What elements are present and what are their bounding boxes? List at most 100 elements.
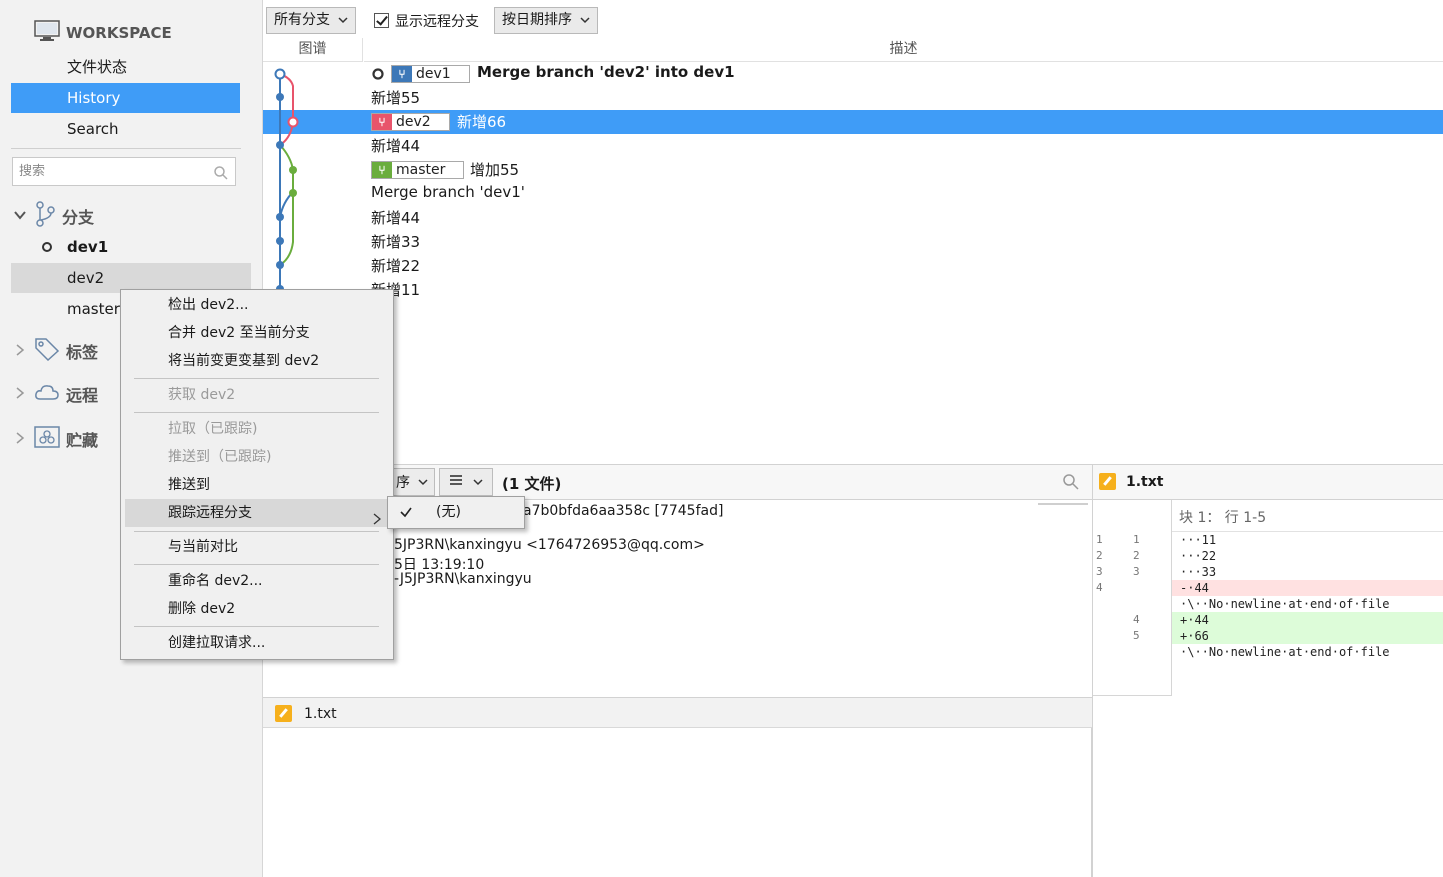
stashes-section-header[interactable]: 贮藏 <box>14 426 98 452</box>
chevron-down-icon <box>338 8 348 33</box>
menu-separator <box>134 531 379 532</box>
menu-item-rename[interactable]: 重命名 dev2... <box>125 567 389 595</box>
new-line-number: 2 <box>1133 549 1140 562</box>
diff-line-added: +·44 <box>1172 612 1443 628</box>
menu-item-merge[interactable]: 合并 dev2 至当前分支 <box>125 319 389 347</box>
branch-filter-dropdown[interactable]: 所有分支 <box>266 7 356 34</box>
tag-label: dev1 <box>416 66 451 82</box>
commit-author: 5JP3RN\kanxingyu <1764726953@qq.com> <box>394 537 705 553</box>
menu-item-checkout[interactable]: 检出 dev2... <box>125 291 389 319</box>
modified-file-icon <box>275 705 292 722</box>
branch-label: dev1 <box>67 238 109 256</box>
commit-row[interactable]: 新增33 <box>263 230 1443 254</box>
track-remote-submenu: (无) <box>387 496 525 529</box>
head-marker-icon <box>371 66 385 86</box>
new-line-number: 5 <box>1133 629 1140 642</box>
stashes-section-label: 贮藏 <box>66 431 99 450</box>
commit-row[interactable]: 新增55 <box>263 86 1443 110</box>
cloud-icon <box>34 382 60 406</box>
changed-files-list: 1.txt <box>263 697 1092 728</box>
menu-separator <box>134 564 379 565</box>
chevron-down-icon <box>14 209 28 224</box>
diff-file-title: 1.txt <box>1099 473 1163 490</box>
diff-line: ···22 <box>1180 549 1217 563</box>
diff-line-removed: -·44 <box>1172 580 1443 596</box>
commit-row[interactable]: 新增22 <box>263 254 1443 278</box>
commit-hash: a7b0bfda6aa358c [7745fad] <box>523 503 724 519</box>
old-line-number: 4 <box>1096 581 1103 594</box>
commit-row[interactable]: 新增44 <box>263 206 1443 230</box>
diff-line: ···33 <box>1180 565 1217 579</box>
file-count: (1 文件) <box>502 475 562 493</box>
tags-section-header[interactable]: 标签 <box>14 337 98 365</box>
workspace-title: WORKSPACE <box>66 24 172 42</box>
menu-item-track-remote[interactable]: 跟踪远程分支 <box>125 499 389 527</box>
new-line-number: 3 <box>1133 565 1140 578</box>
diff-line: ·\··No·newline·at·end·of·file <box>1180 597 1390 611</box>
check-icon <box>400 499 412 536</box>
commit-message: Merge branch 'dev1' <box>371 183 525 201</box>
tag-label: dev2 <box>396 114 431 130</box>
menu-item-compare[interactable]: 与当前对比 <box>125 533 389 561</box>
graph-column-header[interactable]: 图谱 <box>263 38 363 62</box>
search-icon <box>213 164 229 191</box>
commit-row[interactable]: 新增11 <box>263 278 1443 302</box>
remotes-section-header[interactable]: 远程 <box>14 382 98 406</box>
chevron-right-icon <box>14 343 28 359</box>
branch-tag-master[interactable]: ⑂ master <box>371 161 465 179</box>
commit-message: 新增44 <box>371 209 421 227</box>
branch-icon: ⑂ <box>392 66 412 82</box>
menu-item-create-pull-request[interactable]: 创建拉取请求... <box>125 629 389 657</box>
description-column-header[interactable]: 描述 <box>364 38 1443 62</box>
chevron-right-icon <box>14 431 28 447</box>
chevron-down-icon <box>473 474 483 490</box>
commit-row[interactable]: Merge branch 'dev1' <box>263 182 1443 206</box>
commit-message: 新增66 <box>457 113 507 131</box>
menu-item-push-to[interactable]: 推送到 <box>125 471 389 499</box>
branches-section-header[interactable]: 分支 <box>14 201 94 231</box>
new-line-number: 1 <box>1133 533 1140 546</box>
chevron-down-icon <box>418 474 428 490</box>
file-name: 1.txt <box>304 705 337 722</box>
old-line-number: 2 <box>1096 549 1103 562</box>
menu-separator <box>134 412 379 413</box>
nav-history[interactable]: History <box>11 83 240 113</box>
nav-search[interactable]: Search <box>11 114 240 144</box>
modified-file-icon <box>1099 473 1116 490</box>
sidebar-search-input[interactable]: 搜索 <box>12 157 236 186</box>
branch-icon <box>34 201 56 231</box>
commit-message: 新增22 <box>371 257 421 275</box>
workspace-header: WORKSPACE <box>34 20 172 46</box>
commit-committer: -J5JP3RN\kanxingyu <box>394 571 532 587</box>
branch-icon: ⑂ <box>372 162 392 178</box>
file-item[interactable]: 1.txt <box>275 705 337 722</box>
commit-row[interactable]: 新增44 <box>263 134 1443 158</box>
menu-item-rebase[interactable]: 将当前变更变基到 dev2 <box>125 347 389 375</box>
diff-line: ·\··No·newline·at·end·of·file <box>1180 645 1390 659</box>
submenu-item-label: (无) <box>436 504 461 520</box>
menu-item-pull-tracked: 拉取（已跟踪) <box>168 421 258 437</box>
commit-row[interactable]: ⑂ master 增加55 <box>263 158 1443 182</box>
gutter-bottom <box>1093 695 1172 696</box>
sort-dropdown[interactable]: 按日期排序 <box>494 7 598 34</box>
commit-message: Merge branch 'dev2' into dev1 <box>477 63 735 81</box>
view-mode-dropdown[interactable] <box>439 468 493 496</box>
branch-tag-dev1[interactable]: ⑂ dev1 <box>391 65 470 83</box>
file-sort-label: 序 <box>396 475 410 491</box>
menu-item-delete[interactable]: 删除 dev2 <box>125 595 389 623</box>
new-line-number: 4 <box>1133 613 1140 626</box>
diff-header: 1.txt <box>1092 464 1443 500</box>
old-line-number: 3 <box>1096 565 1103 578</box>
commit-row[interactable]: ⑂ dev1 Merge branch 'dev2' into dev1 <box>263 62 1443 86</box>
submenu-item-none[interactable]: (无) <box>390 499 522 526</box>
search-icon[interactable] <box>1062 473 1080 495</box>
menu-item-fetch: 获取 dev2 <box>168 387 236 403</box>
commit-row-selected[interactable]: ⑂ dev2 新增66 <box>263 110 1443 134</box>
nav-file-status[interactable]: 文件状态 <box>11 52 240 82</box>
diff-file-name: 1.txt <box>1126 473 1164 490</box>
commit-message: 新增33 <box>371 233 421 251</box>
show-remote-checkbox[interactable]: 显示远程分支 <box>374 7 479 34</box>
branch-item-dev1[interactable]: dev1 <box>11 232 251 262</box>
divider <box>11 148 241 149</box>
branch-tag-dev2[interactable]: ⑂ dev2 <box>371 113 450 131</box>
